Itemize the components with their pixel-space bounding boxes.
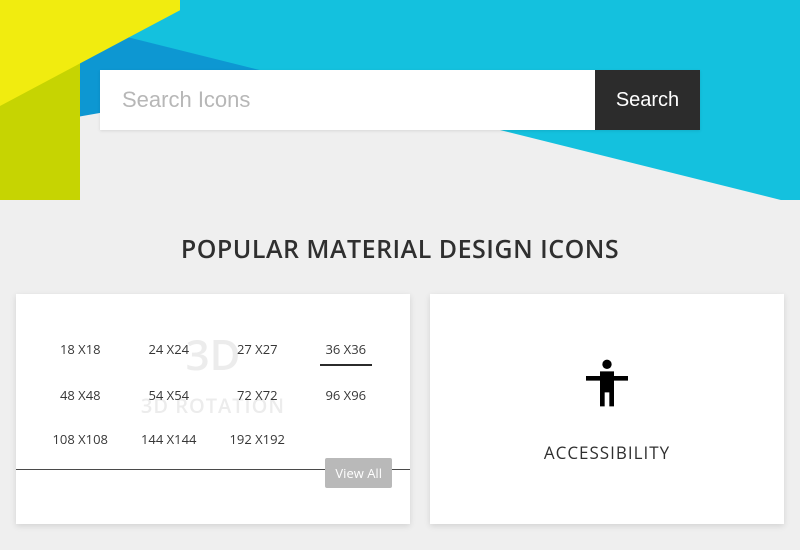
icon-card-accessibility[interactable]: ACCESSIBILITY bbox=[430, 294, 784, 524]
icon-card-3d-rotation[interactable]: 3D 3D ROTATION 18 X1824 X2427 X2736 X364… bbox=[16, 294, 410, 524]
size-grid: 18 X1824 X2427 X27 36 X36 48 X4854 X5472 X… bbox=[36, 338, 390, 454]
size-option[interactable]: 192 X192 bbox=[213, 428, 302, 454]
size-option[interactable]: 27 X27 bbox=[213, 338, 302, 366]
size-option[interactable]: 96 X96 bbox=[302, 384, 391, 410]
size-option[interactable]: 48 X48 bbox=[36, 384, 125, 410]
search-bar: Search bbox=[100, 70, 700, 130]
view-all-button[interactable]: View All bbox=[325, 458, 392, 488]
size-option[interactable]: 54 X54 bbox=[125, 384, 214, 410]
search-input[interactable] bbox=[100, 70, 595, 130]
search-button[interactable]: Search bbox=[595, 70, 700, 130]
accessibility-icon bbox=[579, 355, 635, 411]
size-option[interactable]: 72 X72 bbox=[213, 384, 302, 410]
size-option[interactable]: 144 X144 bbox=[125, 428, 214, 454]
section-title: POPULAR MATERIAL DESIGN ICONS bbox=[0, 232, 800, 266]
size-option[interactable]: 108 X108 bbox=[36, 428, 125, 454]
size-option[interactable]: 18 X18 bbox=[36, 338, 125, 366]
hero-banner: Search bbox=[0, 0, 800, 200]
icon-card-label: ACCESSIBILITY bbox=[544, 441, 670, 464]
size-option[interactable]: 36 X36 bbox=[320, 338, 373, 366]
size-option[interactable]: 24 X24 bbox=[125, 338, 214, 366]
cards-row: 3D 3D ROTATION 18 X1824 X2427 X2736 X364… bbox=[0, 294, 800, 524]
